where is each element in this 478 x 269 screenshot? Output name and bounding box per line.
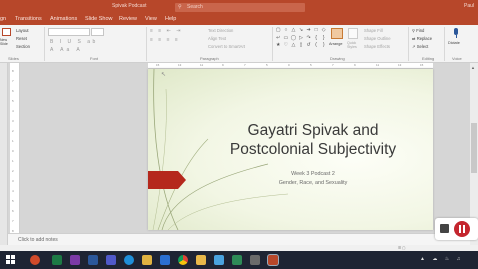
ribbon: New Slide Layout Reset Section Slides B … <box>0 25 478 63</box>
onenote-icon[interactable] <box>70 255 80 265</box>
align-buttons[interactable]: ≡ ≡ ≡ ≡ <box>150 37 180 43</box>
powerpoint-icon[interactable] <box>268 255 278 265</box>
microphone-icon <box>452 28 460 39</box>
tab-review[interactable]: Review <box>119 16 137 22</box>
explorer-icon[interactable] <box>142 255 152 265</box>
arrange-button[interactable]: Arrange <box>329 42 343 46</box>
font-size-box[interactable] <box>91 28 104 36</box>
search-icon: ⚲ <box>178 4 182 10</box>
chrome-icon[interactable] <box>178 255 188 265</box>
teams-icon[interactable] <box>106 255 116 265</box>
lock-icon[interactable] <box>232 255 242 265</box>
group-label-font: Font <box>90 56 99 61</box>
font-name-box[interactable] <box>48 28 90 36</box>
new-slide-icon <box>2 28 11 36</box>
tab-design[interactable]: gn <box>0 16 6 22</box>
group-label-slides: Slides <box>8 56 19 61</box>
notes-toggle[interactable]: ☰ ▢ <box>398 246 426 250</box>
scrollbar-thumb[interactable] <box>471 123 477 173</box>
pause-icon <box>459 225 461 233</box>
align-text-button[interactable]: Align Text <box>208 36 226 41</box>
separator <box>44 27 45 61</box>
mouse-pointer-icon: ↖ <box>161 72 167 78</box>
mail-icon[interactable] <box>160 255 170 265</box>
search-icon[interactable] <box>30 255 40 265</box>
text-direction-button[interactable]: Text Direction <box>208 28 233 33</box>
tab-view[interactable]: View <box>145 16 157 22</box>
separator <box>408 27 409 61</box>
slide-canvas[interactable]: ↖ Gayatri Spivak and Postcolonial Subjec… <box>148 69 433 230</box>
separator <box>272 27 273 61</box>
title-bar: Spivak Podcast ⚲ Search Paul <box>0 0 478 15</box>
windows-icon[interactable] <box>6 255 15 264</box>
folder-icon[interactable] <box>196 255 206 265</box>
thumbnail-pane[interactable] <box>0 63 8 245</box>
font-format-buttons[interactable]: B I U S ab <box>50 39 98 45</box>
quick-styles-button[interactable]: Quick Styles <box>347 41 357 49</box>
notes-pane[interactable]: Click to add notes <box>8 233 470 245</box>
dictate-button[interactable]: Dictate <box>448 41 460 45</box>
find-label: Find <box>416 28 425 33</box>
shape-effects-button[interactable]: Shape Effects <box>364 44 390 49</box>
slide-title[interactable]: Gayatri Spivak and Postcolonial Subjecti… <box>208 121 418 159</box>
title-arrow-shape <box>148 171 186 189</box>
group-label-editing: Editing <box>422 56 435 61</box>
word-icon[interactable] <box>88 255 98 265</box>
system-tray-icons[interactable]: ▲ ☁ ♨ ♫ <box>420 256 463 262</box>
list-buttons[interactable]: ≡ ≡ ⇤ ⇥ <box>150 28 182 34</box>
group-label-paragraph: Paragraph <box>200 56 219 61</box>
shapes-gallery[interactable]: ▢ ○ △ ↘ ➔ □ ◇ ↵ ▭ ◯ ▷ ↷{} ★ ♡ △ ▯ ↺() <box>275 27 327 49</box>
tab-animations[interactable]: Animations <box>50 16 77 22</box>
arrange-icon <box>331 28 343 39</box>
user-name[interactable]: Paul <box>464 3 474 9</box>
scroll-up-icon[interactable]: ▲ <box>471 65 475 70</box>
excel-icon[interactable] <box>52 255 62 265</box>
shape-fill-button[interactable]: Shape Fill <box>364 28 383 33</box>
find-button[interactable]: ⚲ Find <box>412 28 424 33</box>
taskbar: ▲ ☁ ♨ ♫ <box>0 251 478 269</box>
notes-placeholder: Click to add notes <box>18 237 58 243</box>
slide-subtitle[interactable]: Week 3 Podcast 2 Gender, Race, and Sexua… <box>228 170 398 188</box>
tab-slide-show[interactable]: Slide Show <box>85 16 113 22</box>
select-button[interactable]: ↗ Select <box>412 44 428 49</box>
vertical-ruler: 87654321012345678 <box>10 63 20 245</box>
replace-label: Replace <box>416 36 433 41</box>
separator <box>444 27 445 61</box>
pause-record-button[interactable] <box>454 221 470 237</box>
separator <box>146 27 147 61</box>
window-title: Spivak Podcast <box>112 3 147 9</box>
font-color-buttons[interactable]: A Aa A <box>50 47 83 53</box>
edge-icon[interactable] <box>124 255 134 265</box>
replace-button[interactable]: ⇄ Replace <box>412 36 432 41</box>
section-button[interactable]: Section <box>16 44 30 49</box>
new-slide-label: New Slide <box>0 38 8 46</box>
shape-outline-button[interactable]: Shape Outline <box>364 36 391 41</box>
app-icon[interactable] <box>250 255 260 265</box>
reset-button[interactable]: Reset <box>16 36 27 41</box>
group-label-voice: Voice <box>452 56 462 61</box>
ribbon-tabs: gn Transitions Animations Slide Show Rev… <box>0 15 478 25</box>
layout-button[interactable]: Layout <box>16 28 29 33</box>
convert-smartart-button[interactable]: Convert to SmartArt <box>208 44 245 49</box>
search-box[interactable]: ⚲ Search <box>175 3 305 12</box>
subtitle-line-1: Week 3 Podcast 2 <box>291 171 335 177</box>
tab-transitions[interactable]: Transitions <box>15 16 42 22</box>
select-label: Select <box>416 44 429 49</box>
search-placeholder: Search <box>187 4 203 10</box>
new-slide-button[interactable]: New Slide <box>0 28 12 48</box>
group-label-drawing: Drawing <box>330 56 345 61</box>
subtitle-line-2: Gender, Race, and Sexuality <box>278 180 348 186</box>
store-icon[interactable] <box>214 255 224 265</box>
tab-help[interactable]: Help <box>165 16 176 22</box>
stop-record-icon[interactable] <box>440 224 449 233</box>
recording-controls <box>435 218 478 240</box>
quick-styles-icon <box>348 28 358 39</box>
